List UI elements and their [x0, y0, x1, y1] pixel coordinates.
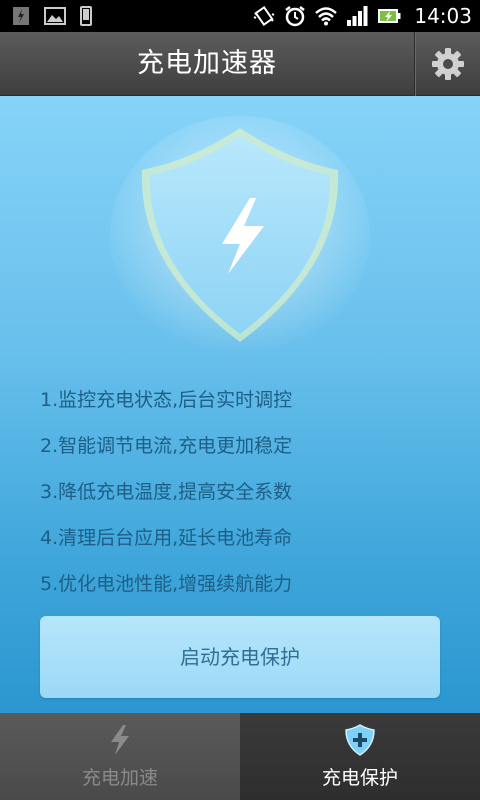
status-bar-left	[12, 6, 92, 26]
title-bar: 充电加速器	[0, 32, 480, 96]
status-bar: 14:03	[0, 0, 480, 32]
feature-item: 1.监控充电状态,后台实时调控	[40, 389, 293, 411]
tab-charge-protection[interactable]: 充电保护	[240, 713, 480, 800]
tab-label: 充电加速	[81, 767, 158, 789]
usb-debug-icon	[13, 7, 29, 25]
start-charge-protection-button[interactable]: 启动充电保护	[40, 616, 440, 698]
status-bar-right: 14:03	[253, 4, 472, 28]
status-bar-time: 14:03	[414, 4, 472, 28]
shield-plus-icon	[345, 723, 375, 757]
feature-item: 2.智能调节电流,充电更加稳定	[40, 435, 293, 457]
feature-item: 4.清理后台应用,延长电池寿命	[40, 527, 293, 549]
feature-item: 3.降低充电温度,提高安全系数	[40, 481, 293, 503]
shield-lightning-icon	[110, 116, 370, 356]
tab-charge-accelerate[interactable]: 充电加速	[0, 713, 240, 800]
alarm-icon	[285, 6, 306, 27]
feature-list: 1.监控充电状态,后台实时调控 2.智能调节电流,充电更加稳定 3.降低充电温度…	[40, 381, 460, 611]
signal-icon	[347, 6, 368, 26]
gear-icon	[431, 48, 464, 80]
wifi-icon	[315, 7, 338, 26]
tab-label: 充电保护	[321, 767, 398, 789]
page-title: 充电加速器	[137, 48, 277, 79]
battery-charging-icon	[378, 9, 401, 23]
lightning-icon	[108, 723, 132, 757]
bottom-tab-bar: 充电加速 充电保护	[0, 713, 480, 800]
feature-item: 5.优化电池性能,增强续航能力	[40, 573, 293, 595]
hero-shield	[110, 116, 370, 356]
image-icon	[44, 7, 66, 25]
phone-icon	[80, 6, 92, 26]
vibrate-icon	[253, 6, 275, 26]
settings-button[interactable]	[414, 32, 480, 96]
main-content: 1.监控充电状态,后台实时调控 2.智能调节电流,充电更加稳定 3.降低充电温度…	[0, 96, 480, 713]
